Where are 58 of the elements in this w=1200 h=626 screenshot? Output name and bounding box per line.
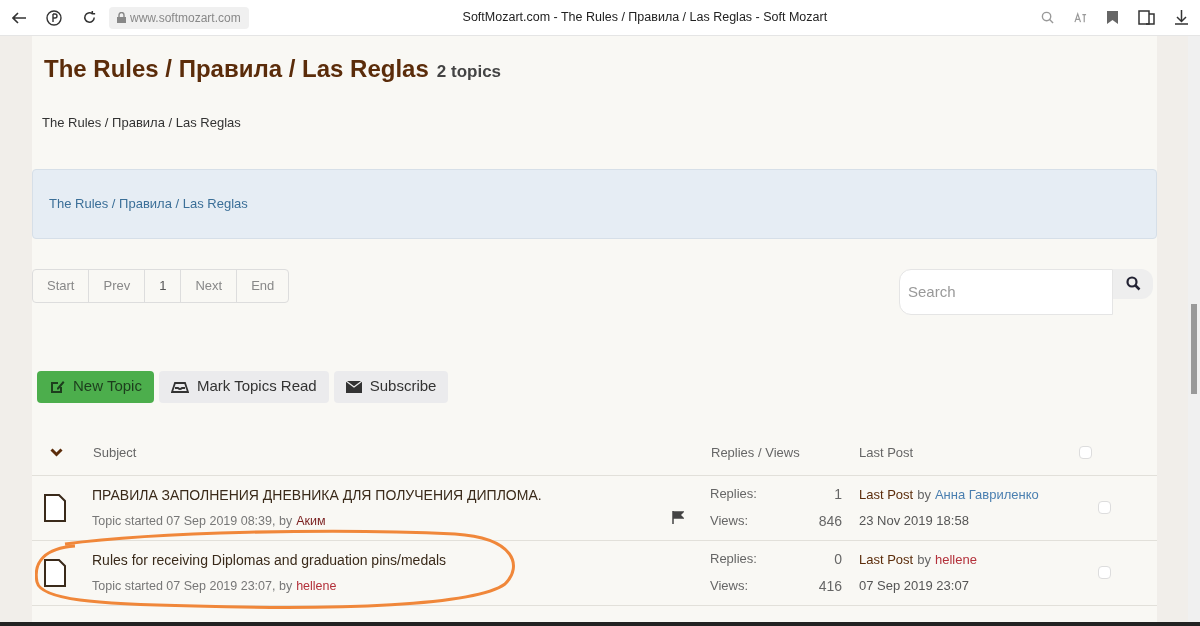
last-post-date: 07 Sep 2019 23:07 — [859, 576, 970, 595]
replies-label: Replies: — [710, 549, 758, 568]
topic-link[interactable]: ПРАВИЛА ЗАПОЛНЕНИЯ ДНЕВНИКА ДЛЯ ПОЛУЧЕНИЯ ДИПЛОМА. — [92, 484, 542, 506]
collapse-icon[interactable] — [50, 448, 63, 457]
views-label: Views: — [710, 511, 750, 530]
zoom-icon[interactable] — [1041, 11, 1054, 24]
page-link[interactable]: Next — [181, 269, 238, 302]
author-link[interactable]: Аким — [296, 511, 326, 531]
replies-label: Replies: — [710, 484, 758, 503]
action-button[interactable]: Subscribe — [333, 370, 449, 403]
replies-count: 0 — [833, 549, 842, 569]
checkbox[interactable] — [1098, 501, 1111, 514]
views-count: 846 — [817, 511, 842, 531]
column-header: Last Post — [859, 443, 915, 462]
last-post-label: Last Post — [859, 486, 914, 504]
search-icon — [1125, 276, 1141, 291]
document-icon — [44, 558, 66, 587]
address-bar[interactable]: www.softmozart.com — [109, 6, 249, 29]
action-button[interactable]: Mark Topics Read — [158, 370, 329, 403]
browser-logo-icon[interactable] — [46, 9, 62, 26]
user-link[interactable]: hellene — [934, 550, 977, 570]
last-post-date: 23 Nov 2019 18:58 — [859, 511, 970, 530]
reload-icon[interactable] — [82, 10, 97, 25]
user-link[interactable]: Анна Гавриленко — [934, 485, 1039, 505]
edit-icon — [49, 378, 65, 395]
download-icon[interactable] — [1175, 10, 1188, 25]
checkbox[interactable] — [1098, 566, 1111, 579]
search-field[interactable]: Search — [899, 268, 1113, 315]
by-label: by — [917, 551, 931, 569]
bookmark-icon[interactable] — [1107, 11, 1118, 24]
last-post-label: Last Post — [859, 551, 914, 569]
search-button[interactable] — [1113, 268, 1153, 299]
document-icon — [44, 493, 66, 522]
author-link[interactable]: hellene — [296, 576, 337, 596]
page-link[interactable]: End — [237, 269, 289, 302]
back-icon[interactable] — [12, 11, 26, 24]
topic-link[interactable]: Rules for receiving Diplomas and graduation pins/medals — [92, 549, 447, 571]
by-label: by — [917, 486, 931, 504]
column-header: Subject — [93, 443, 138, 462]
collections-icon[interactable] — [1138, 10, 1155, 25]
column-header: Replies / Views — [711, 443, 801, 462]
views-count: 416 — [817, 576, 842, 596]
breadcrumb-link[interactable]: The Rules / Правила / Las Reglas — [49, 193, 248, 214]
envelope-icon — [345, 380, 362, 393]
topic-meta: Topic started 07 Sep 2019 23:07, by — [92, 577, 293, 595]
page-title: SoftMozart.com - The Rules / Правила / Las Reglas - Soft Mozart — [462, 9, 828, 27]
forum-description: The Rules / Правила / Las Reglas — [42, 114, 241, 132]
action-button[interactable]: New Topic — [37, 370, 154, 403]
forum-title: The Rules / Правила / Las Reglas — [44, 54, 429, 84]
translate-icon[interactable] — [1074, 11, 1087, 24]
checkbox[interactable] — [1079, 446, 1092, 459]
replies-count: 1 — [833, 484, 842, 504]
page-link[interactable]: Start — [33, 269, 90, 302]
topic-count: 2 topics — [436, 61, 502, 83]
views-label: Views: — [710, 576, 750, 595]
inbox-icon — [170, 380, 189, 393]
topic-meta: Topic started 07 Sep 2019 08:39, by — [92, 512, 293, 530]
lock-icon — [117, 12, 126, 23]
